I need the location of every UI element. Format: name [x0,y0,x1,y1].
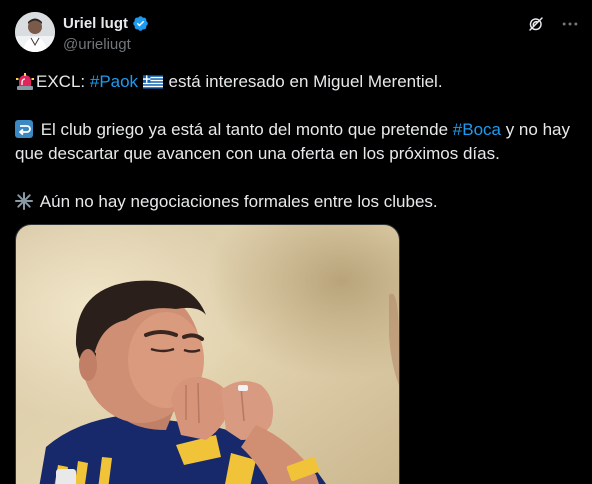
tweet-line-club: El club griego ya está al tanto del mont… [15,118,575,166]
hashtag-paok-link[interactable]: #Paok [90,72,138,91]
tweet-line-negotiations: Aún no hay negociaciones formales entre … [15,190,575,214]
hashtag-boca-link[interactable]: #Boca [453,120,501,139]
sparkle-emoji [15,192,35,210]
siren-emoji [15,72,35,90]
tweet-text-segment: El club griego ya está al tanto del mont… [36,120,453,139]
tweet[interactable]: Uriel lugt @urieliugt EXCL: #Paok está i… [0,0,592,484]
verified-badge-icon[interactable] [132,15,149,32]
tweet-text-segment: EXCL: [36,72,90,91]
tweet-text-segment: Aún no hay negociaciones formales entre … [36,192,438,211]
author-handle[interactable]: @urieliugt [63,36,131,53]
grok-icon[interactable] [526,14,546,34]
author-name-row[interactable]: Uriel lugt [63,15,149,32]
tweet-media-photo[interactable] [15,224,400,484]
tweet-text: EXCL: #Paok está interesado en Miguel Me… [15,70,575,214]
greece-flag-emoji [142,73,163,91]
more-icon[interactable] [560,14,580,34]
loop-arrow-emoji [15,120,35,138]
tweet-actions-top [526,14,580,34]
tweet-text-segment: está interesado en Miguel Merentiel. [163,72,443,91]
author-display-name[interactable]: Uriel lugt [63,15,128,32]
tweet-line-exclusive: EXCL: #Paok está interesado en Miguel Me… [15,70,575,94]
avatar[interactable] [15,12,55,52]
